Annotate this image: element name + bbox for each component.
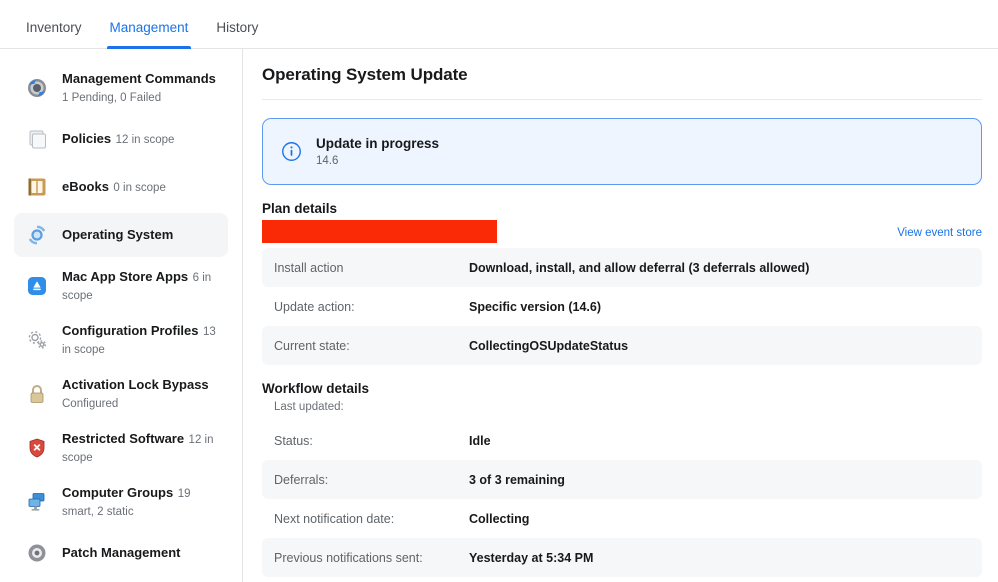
redacted-text-block <box>262 220 497 243</box>
tab-inventory[interactable]: Inventory <box>12 20 96 49</box>
mac-app-store-icon <box>24 273 50 299</box>
patch-management-icon <box>24 540 50 566</box>
row-value: Download, install, and allow deferral (3… <box>469 260 810 275</box>
row-label: Deferrals: <box>274 472 329 487</box>
sidebar-item-label: Management Commands <box>62 71 216 86</box>
sidebar-item-patch-management[interactable]: Patch Management <box>14 531 228 575</box>
sidebar-item-label: Patch Management <box>62 545 181 560</box>
page-title: Operating System Update <box>262 65 468 84</box>
main-panel: Operating System Update Update in progre… <box>243 49 998 582</box>
sidebar-item-label: Mac App Store Apps <box>62 269 189 284</box>
sidebar-item-configuration-profiles[interactable]: Configuration Profiles 13 in scope <box>14 315 228 365</box>
title-divider <box>262 99 982 100</box>
restricted-software-icon <box>24 435 50 461</box>
sidebar-item-sublabel: 12 in scope <box>115 134 175 146</box>
row-label: Install action <box>274 260 344 275</box>
plan-details-rows: Install action Download, install, and al… <box>262 248 982 365</box>
sidebar: Management Commands 1 Pending, 0 Failed … <box>0 49 243 582</box>
tab-management[interactable]: Management <box>96 20 203 49</box>
sidebar-item-mac-app-store-apps[interactable]: Mac App Store Apps 6 in scope <box>14 261 228 311</box>
row-label: Status: <box>274 433 313 448</box>
row-value: 3 of 3 remaining <box>469 472 565 487</box>
table-row: Status: Idle <box>262 421 982 460</box>
workflow-details-rows: Status: Idle Deferrals: 3 of 3 remaining… <box>262 421 982 577</box>
update-status-banner: Update in progress 14.6 <box>262 118 982 185</box>
ebooks-icon <box>24 174 50 200</box>
sidebar-item-label: Operating System <box>62 227 174 242</box>
sidebar-item-policies[interactable]: Policies 12 in scope <box>14 117 228 161</box>
table-row: Current state: CollectingOSUpdateStatus <box>262 326 982 365</box>
sidebar-item-management-commands[interactable]: Management Commands 1 Pending, 0 Failed <box>14 63 228 113</box>
banner-title: Update in progress <box>316 136 440 151</box>
table-row: Update action: Specific version (14.6) <box>262 287 982 326</box>
tab-history[interactable]: History <box>202 20 272 49</box>
sidebar-item-label: Computer Groups <box>62 485 174 500</box>
view-event-store-link[interactable]: View event store <box>897 227 982 239</box>
operating-system-icon <box>24 222 50 248</box>
table-row: Deferrals: 3 of 3 remaining <box>262 460 982 499</box>
sidebar-item-activation-lock-bypass[interactable]: Activation Lock Bypass Configured <box>14 369 228 419</box>
sidebar-item-sublabel: 0 in scope <box>113 182 166 194</box>
row-label: Update action: <box>274 299 355 314</box>
row-label: Previous notifications sent: <box>274 550 423 565</box>
plan-details-meta-row: View event store <box>262 220 982 245</box>
table-row: Install action Download, install, and al… <box>262 248 982 287</box>
top-tab-bar: Inventory Management History <box>0 0 998 49</box>
sidebar-item-label: Restricted Software <box>62 431 185 446</box>
sidebar-item-ebooks[interactable]: eBooks 0 in scope <box>14 165 228 209</box>
row-value: Collecting <box>469 511 530 526</box>
row-value: Specific version (14.6) <box>469 299 602 314</box>
last-updated-label: Last updated: <box>274 401 344 413</box>
table-row: Previous notifications sent: Yesterday a… <box>262 538 982 577</box>
row-label: Current state: <box>274 338 350 353</box>
row-label: Next notification date: <box>274 511 395 526</box>
sidebar-item-sublabel: 1 Pending, 0 Failed <box>62 92 162 104</box>
management-commands-icon <box>24 75 50 101</box>
content-area: Management Commands 1 Pending, 0 Failed … <box>0 49 998 582</box>
configuration-profiles-icon <box>24 327 50 353</box>
policies-icon <box>24 126 50 152</box>
banner-subtitle: 14.6 <box>316 155 339 167</box>
sidebar-item-sublabel: Configured <box>62 398 119 410</box>
sidebar-item-computer-groups[interactable]: Computer Groups 19 smart, 2 static <box>14 477 228 527</box>
lock-icon <box>24 381 50 407</box>
info-circle-icon <box>281 141 302 162</box>
row-value: Yesterday at 5:34 PM <box>469 550 594 565</box>
sidebar-item-operating-system[interactable]: Operating System <box>14 213 228 257</box>
row-value: CollectingOSUpdateStatus <box>469 338 629 353</box>
computer-groups-icon <box>24 489 50 515</box>
sidebar-item-label: Configuration Profiles <box>62 323 199 338</box>
sidebar-item-label: Activation Lock Bypass <box>62 377 209 392</box>
plan-details-heading: Plan details <box>262 201 338 216</box>
row-value: Idle <box>469 433 491 448</box>
table-row: Next notification date: Collecting <box>262 499 982 538</box>
sidebar-item-restricted-software[interactable]: Restricted Software 12 in scope <box>14 423 228 473</box>
workflow-details-heading: Workflow details <box>262 381 370 396</box>
sidebar-item-label: Policies <box>62 131 112 146</box>
sidebar-item-label: eBooks <box>62 179 109 194</box>
